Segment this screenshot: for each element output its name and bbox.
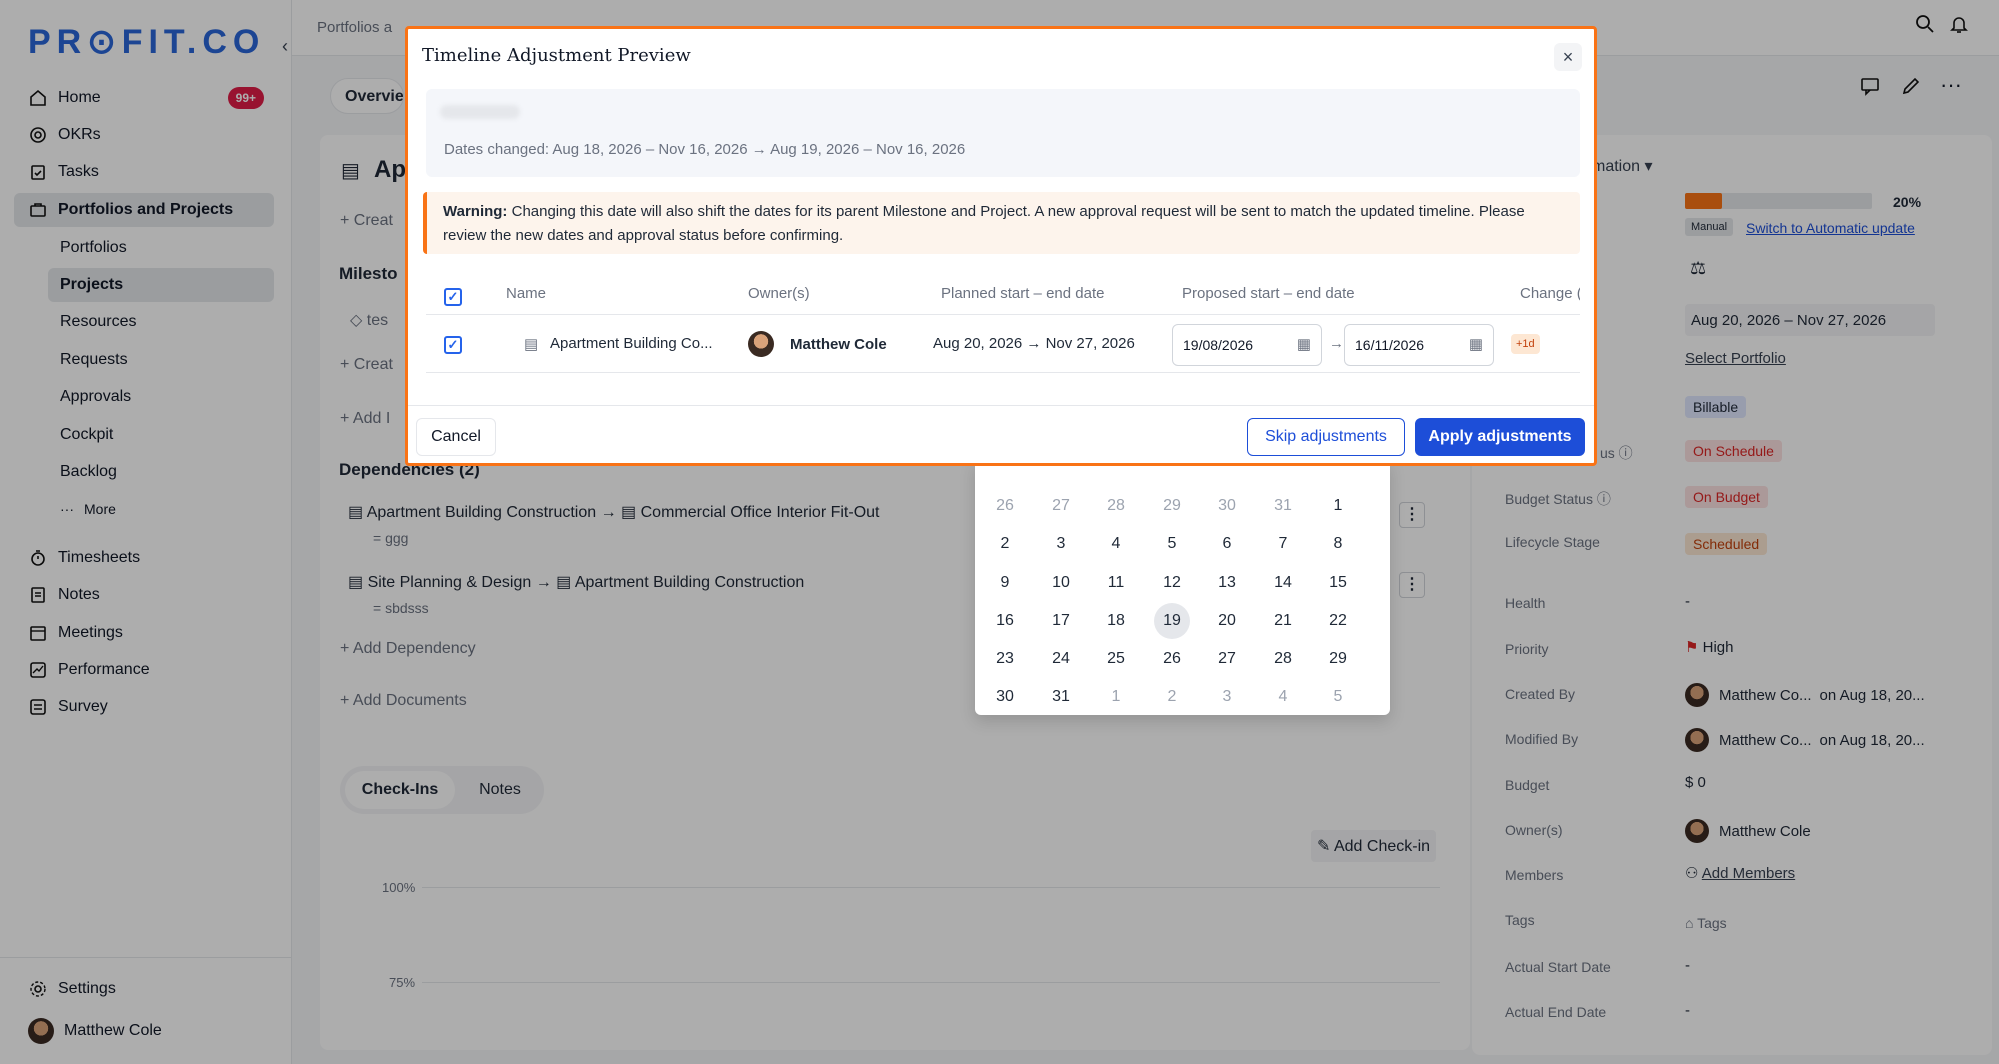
- calendar-day[interactable]: 29: [1154, 490, 1190, 522]
- table-header: ✓ Name Owner(s) Planned start – end date…: [426, 273, 1580, 315]
- calendar-day[interactable]: 24: [1043, 643, 1079, 675]
- cancel-button[interactable]: Cancel: [416, 418, 496, 456]
- calendar-day[interactable]: 29: [1320, 643, 1356, 675]
- calendar-day[interactable]: 25: [1098, 643, 1134, 675]
- row-owner: Matthew Cole: [748, 331, 887, 357]
- modal-title: Timeline Adjustment Preview: [422, 45, 691, 66]
- doc-icon: ▤: [524, 336, 539, 353]
- arrow-right-icon: →: [1329, 335, 1344, 352]
- calendar-day[interactable]: 16: [987, 605, 1023, 637]
- row-planned-dates: Aug 20, 2026 → Nov 27, 2026: [933, 335, 1135, 352]
- avatar: [748, 331, 774, 357]
- column-header-planned: Planned start – end date: [941, 285, 1105, 302]
- date-picker-calendar: 26 27 28 29 30 31 1 2 3 4 5 6 7 8 9 10 11 12 13 14 15 16 17 18 1…: [975, 460, 1390, 715]
- calendar-day[interactable]: 23: [987, 643, 1023, 675]
- select-all-checkbox[interactable]: ✓: [444, 288, 462, 306]
- calendar-day[interactable]: 8: [1320, 528, 1356, 560]
- row-checkbox[interactable]: ✓: [444, 336, 462, 354]
- calendar-day[interactable]: 26: [987, 490, 1023, 522]
- proposed-end-input[interactable]: 16/11/2026 ▦: [1344, 324, 1494, 366]
- column-header-name: Name: [506, 285, 547, 302]
- calendar-day[interactable]: 11: [1098, 567, 1134, 599]
- column-header-owners: Owner(s): [748, 285, 810, 302]
- calendar-day[interactable]: 5: [1154, 528, 1190, 560]
- calendar-day[interactable]: 15: [1320, 567, 1356, 599]
- warning-text: Changing this date will also shift the d…: [443, 203, 1525, 244]
- calendar-icon: ▦: [1468, 336, 1483, 353]
- calendar-day[interactable]: 31: [1043, 681, 1079, 713]
- close-icon[interactable]: ×: [1554, 43, 1582, 71]
- calendar-day[interactable]: 21: [1265, 605, 1301, 637]
- proposed-end-value: 16/11/2026: [1355, 337, 1425, 353]
- calendar-day[interactable]: 26: [1154, 643, 1190, 675]
- owner-name: Matthew Cole: [790, 335, 887, 353]
- calendar-day[interactable]: 18: [1098, 605, 1134, 637]
- calendar-day[interactable]: 4: [1265, 681, 1301, 713]
- change-badge: +1d: [1511, 334, 1540, 354]
- blurred-item-name: [440, 105, 520, 119]
- warning-label: Warning:: [443, 203, 508, 220]
- dates-changed-text: Dates changed: Aug 18, 2026 – Nov 16, 20…: [444, 141, 966, 158]
- table-row: ✓ ▤ Apartment Building Co... Matthew Col…: [426, 317, 1580, 373]
- calendar-day[interactable]: 30: [1209, 490, 1245, 522]
- calendar-day[interactable]: 13: [1209, 567, 1245, 599]
- row-name: Apartment Building Co...: [550, 335, 713, 352]
- calendar-day[interactable]: 22: [1320, 605, 1356, 637]
- calendar-day[interactable]: 5: [1320, 681, 1356, 713]
- column-header-proposed: Proposed start – end date: [1182, 285, 1355, 302]
- proposed-start-input[interactable]: 19/08/2026 ▦: [1172, 324, 1322, 366]
- calendar-day[interactable]: 7: [1265, 528, 1301, 560]
- calendar-day[interactable]: 27: [1209, 643, 1245, 675]
- calendar-day[interactable]: 1: [1320, 490, 1356, 522]
- calendar-day[interactable]: 30: [987, 681, 1023, 713]
- column-header-change: Change (: [1520, 285, 1580, 302]
- calendar-day[interactable]: 28: [1265, 643, 1301, 675]
- calendar-day[interactable]: 3: [1209, 681, 1245, 713]
- calendar-icon: ▦: [1296, 336, 1311, 353]
- calendar-day[interactable]: 6: [1209, 528, 1245, 560]
- calendar-day[interactable]: 4: [1098, 528, 1134, 560]
- calendar-day[interactable]: 1: [1098, 681, 1134, 713]
- calendar-day[interactable]: 2: [1154, 681, 1190, 713]
- calendar-day[interactable]: 17: [1043, 605, 1079, 637]
- apply-adjustments-button[interactable]: Apply adjustments: [1415, 418, 1585, 456]
- dates-changed-summary: Dates changed: Aug 18, 2026 – Nov 16, 20…: [426, 89, 1580, 177]
- calendar-day[interactable]: 31: [1265, 490, 1301, 522]
- calendar-day[interactable]: 2: [987, 528, 1023, 560]
- skip-adjustments-button[interactable]: Skip adjustments: [1247, 418, 1405, 456]
- calendar-day[interactable]: 28: [1098, 490, 1134, 522]
- calendar-day[interactable]: 19: [1154, 603, 1190, 639]
- timeline-adjustment-modal: Timeline Adjustment Preview × Dates chan…: [405, 26, 1597, 466]
- calendar-day[interactable]: 3: [1043, 528, 1079, 560]
- calendar-day[interactable]: 27: [1043, 490, 1079, 522]
- calendar-day[interactable]: 12: [1154, 567, 1190, 599]
- calendar-day[interactable]: 10: [1043, 567, 1079, 599]
- calendar-day[interactable]: 20: [1209, 605, 1245, 637]
- warning-message: Warning: Changing this date will also sh…: [423, 192, 1580, 254]
- proposed-start-value: 19/08/2026: [1183, 337, 1254, 353]
- calendar-day[interactable]: 9: [987, 567, 1023, 599]
- modal-footer-divider: [408, 405, 1594, 406]
- calendar-day[interactable]: 14: [1265, 567, 1301, 599]
